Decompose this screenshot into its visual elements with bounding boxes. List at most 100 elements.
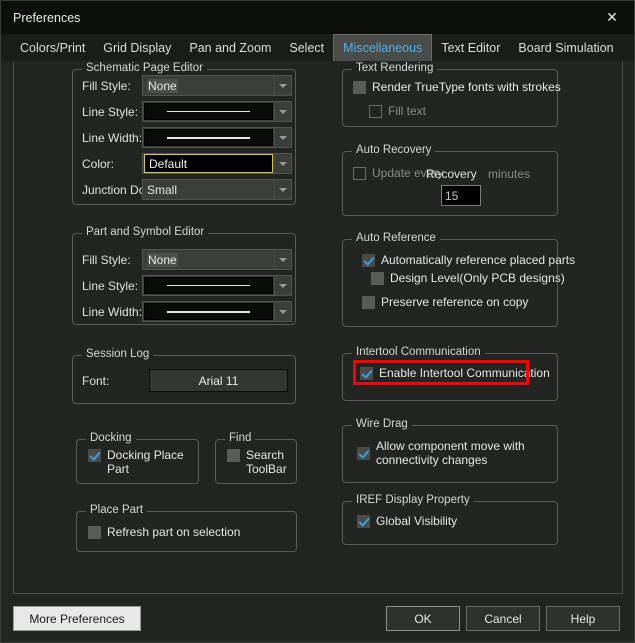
checkbox-render-truetype-fonts[interactable]: Render TrueType fonts with strokes xyxy=(353,80,561,94)
tab-colors-print[interactable]: Colors/Print xyxy=(11,34,94,61)
schematic-color-value: Default xyxy=(149,156,188,171)
preferences-dialog: Preferences ✕ Colors/Print Grid Display … xyxy=(0,0,635,643)
chevron-down-icon[interactable] xyxy=(274,276,291,295)
chevron-down-icon[interactable] xyxy=(274,250,291,269)
part-line-width-label: Line Width: xyxy=(82,305,143,319)
checkbox-label: Preserve reference on copy xyxy=(381,295,529,309)
schematic-junction-dot-combo[interactable]: Small xyxy=(142,179,292,200)
schematic-line-style-label: Line Style: xyxy=(82,105,139,119)
schematic-color-label: Color: xyxy=(82,157,115,171)
schematic-line-width-label: Line Width: xyxy=(82,131,143,145)
group-legend: IREF Display Property xyxy=(352,494,474,506)
part-fill-style-value: None xyxy=(147,252,178,267)
checkbox-label: Refresh part on selection xyxy=(107,525,241,539)
session-log-font-label: Font: xyxy=(82,374,110,388)
chevron-down-icon[interactable] xyxy=(274,76,291,95)
checkbox-box xyxy=(360,367,373,380)
checkbox-fill-text[interactable]: Fill text xyxy=(369,104,426,118)
checkbox-search-toolbar[interactable]: Search ToolBar xyxy=(227,448,293,476)
checkbox-box xyxy=(362,296,375,309)
group-legend: Text Rendering xyxy=(352,62,438,74)
checkbox-label: Search ToolBar xyxy=(246,448,287,476)
line-width-preview xyxy=(144,129,273,146)
checkbox-box xyxy=(357,447,370,460)
auto-recovery-interval-input[interactable]: 15 xyxy=(441,185,481,206)
tab-miscellaneous[interactable]: Miscellaneous xyxy=(333,34,433,61)
schematic-line-style-combo[interactable] xyxy=(142,101,292,122)
checkbox-label: Design Level(Only PCB designs) xyxy=(390,271,565,285)
line-width-preview xyxy=(144,303,273,320)
line-style-preview xyxy=(144,103,273,120)
part-line-width-combo[interactable] xyxy=(142,301,292,322)
group-legend: Find xyxy=(225,432,256,444)
schematic-fill-style-combo[interactable]: None xyxy=(142,75,292,96)
auto-recovery-minutes-label: minutes xyxy=(488,167,531,181)
checkbox-label: Global Visibility xyxy=(376,514,458,528)
tab-pan-and-zoom[interactable]: Pan and Zoom xyxy=(180,34,280,61)
group-legend: Intertool Communication xyxy=(352,346,485,358)
checkbox-label: Fill text xyxy=(388,104,427,118)
checkbox-global-visibility[interactable]: Global Visibility xyxy=(357,514,457,528)
chevron-down-icon[interactable] xyxy=(274,180,291,199)
checkbox-box xyxy=(357,515,370,528)
checkbox-label: Render TrueType fonts with strokes xyxy=(372,80,561,94)
checkbox-enable-intertool-communication[interactable]: Enable Intertool Communication xyxy=(360,366,550,380)
session-log-font-button[interactable]: Arial 11 xyxy=(149,369,288,392)
part-line-style-combo[interactable] xyxy=(142,275,292,296)
close-icon[interactable]: ✕ xyxy=(590,1,634,34)
group-legend: Session Log xyxy=(82,348,154,360)
checkbox-label: Automatically reference placed parts xyxy=(381,253,576,267)
checkbox-automatically-reference-placed-parts[interactable]: Automatically reference placed parts xyxy=(362,253,575,267)
checkbox-docking-place-part[interactable]: Docking Place Part xyxy=(88,448,194,476)
schematic-line-width-combo[interactable] xyxy=(142,127,292,148)
checkbox-box xyxy=(88,449,101,462)
more-preferences-button[interactable]: More Preferences xyxy=(13,606,141,631)
checkbox-label: Allow component move with connectivity c… xyxy=(376,439,525,467)
help-button[interactable]: Help xyxy=(546,606,620,631)
chevron-down-icon[interactable] xyxy=(274,102,291,121)
group-legend: Auto Reference xyxy=(352,232,440,244)
checkbox-box xyxy=(362,254,375,267)
checkbox-allow-component-move[interactable]: Allow component move with connectivity c… xyxy=(357,439,542,467)
group-auto-recovery: Auto Recovery xyxy=(342,144,558,216)
group-text-rendering: Text Rendering xyxy=(342,62,558,127)
tab-strip: Colors/Print Grid Display Pan and Zoom S… xyxy=(1,34,634,61)
checkbox-preserve-reference-on-copy[interactable]: Preserve reference on copy xyxy=(362,295,528,309)
checkbox-refresh-part-on-selection[interactable]: Refresh part on selection xyxy=(88,525,240,539)
chevron-down-icon[interactable] xyxy=(274,128,291,147)
checkbox-box xyxy=(353,81,366,94)
checkbox-box xyxy=(88,526,101,539)
part-fill-style-label: Fill Style: xyxy=(82,253,131,267)
group-legend: Place Part xyxy=(86,504,148,516)
schematic-color-combo[interactable]: Default xyxy=(142,153,292,174)
tab-select[interactable]: Select xyxy=(280,34,333,61)
schematic-fill-style-value: None xyxy=(147,78,178,93)
checkbox-design-level[interactable]: Design Level(Only PCB designs) xyxy=(371,271,565,285)
part-fill-style-combo[interactable]: None xyxy=(142,249,292,270)
group-legend: Part and Symbol Editor xyxy=(82,226,209,238)
title-bar: Preferences ✕ xyxy=(1,1,634,34)
part-line-style-label: Line Style: xyxy=(82,279,139,293)
chevron-down-icon[interactable] xyxy=(274,154,291,173)
cancel-button[interactable]: Cancel xyxy=(466,606,540,631)
chevron-down-icon[interactable] xyxy=(274,302,291,321)
window-title: Preferences xyxy=(13,10,81,25)
checkbox-box xyxy=(369,105,382,118)
miscellaneous-panel: Schematic Page Editor Fill Style: None L… xyxy=(13,61,623,594)
tab-grid-display[interactable]: Grid Display xyxy=(94,34,180,61)
group-legend: Schematic Page Editor xyxy=(82,62,207,74)
group-legend: Wire Drag xyxy=(352,418,412,430)
schematic-fill-style-label: Fill Style: xyxy=(82,79,131,93)
checkbox-label: Docking Place Part xyxy=(107,448,184,476)
checkbox-box xyxy=(371,272,384,285)
checkbox-label: Enable Intertool Communication xyxy=(379,366,550,380)
line-style-preview xyxy=(144,277,273,294)
checkbox-box xyxy=(353,167,366,180)
auto-recovery-overlay-label: Recovery xyxy=(426,167,477,181)
tab-board-simulation[interactable]: Board Simulation xyxy=(509,34,622,61)
ok-button[interactable]: OK xyxy=(386,606,460,631)
group-legend: Docking xyxy=(86,432,136,444)
tab-text-editor[interactable]: Text Editor xyxy=(432,34,509,61)
schematic-junction-dot-value: Small xyxy=(147,182,178,197)
checkbox-box xyxy=(227,449,240,462)
